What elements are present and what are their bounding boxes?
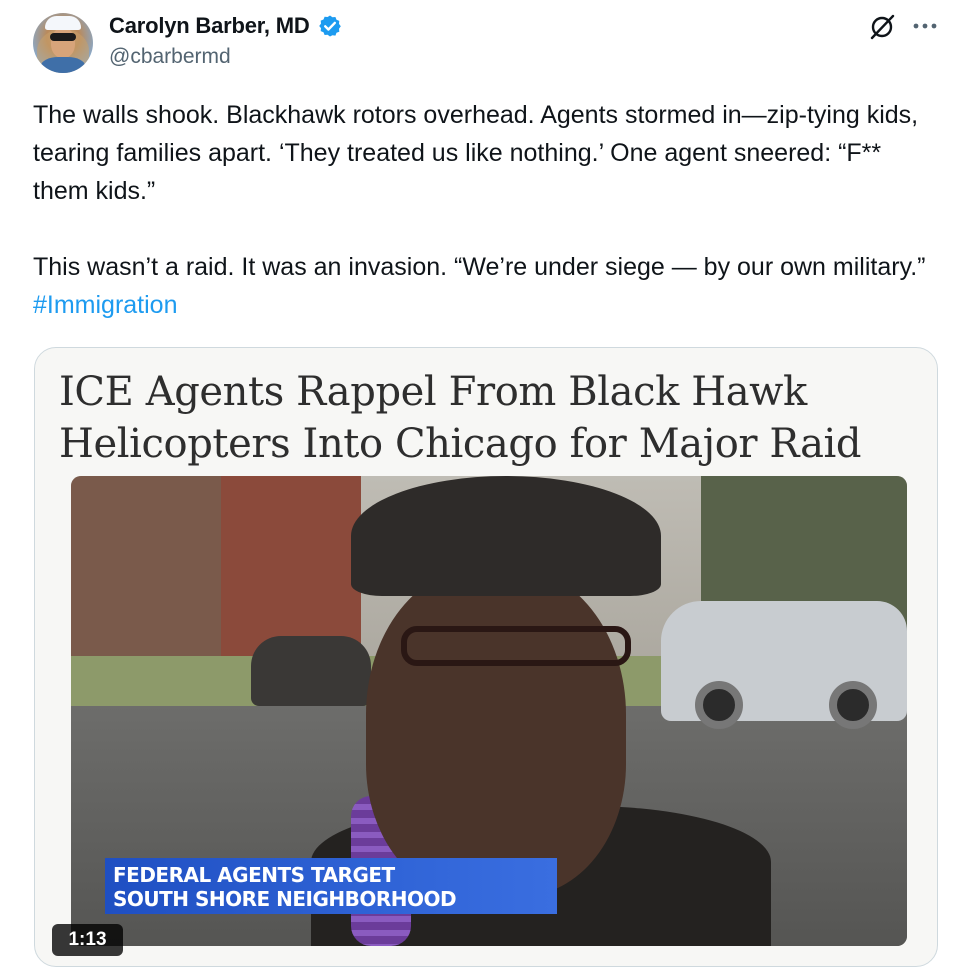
media-card[interactable]: ICE Agents Rappel From Black Hawk Helico… — [34, 347, 938, 967]
avatar[interactable] — [33, 13, 93, 73]
video-person-face — [366, 566, 626, 896]
author-handle[interactable]: @cbarbermd — [109, 45, 231, 69]
hashtag-link[interactable]: #Immigration — [33, 291, 178, 319]
video-dark-car — [251, 636, 371, 706]
verified-badge-icon — [318, 15, 341, 37]
tweet-paragraph-2-text: This wasn’t a raid. It was an invasion. … — [33, 253, 926, 281]
video-duration-badge: 1:13 — [52, 924, 123, 956]
more-options-icon[interactable] — [912, 22, 938, 30]
video-car-wheel — [829, 681, 877, 729]
video-headline-line-2: Helicopters Into Chicago for Major Raid — [59, 421, 862, 467]
video-silver-car — [661, 601, 907, 729]
tweet-paragraph-2: This wasn’t a raid. It was an invasion. … — [33, 248, 933, 324]
video-headline-line-1: ICE Agents Rappel From Black Hawk — [59, 369, 807, 415]
tweet-paragraph-1: The walls shook. Blackhawk rotors overhe… — [33, 101, 919, 205]
video-headline: ICE Agents Rappel From Black Hawk Helico… — [59, 366, 937, 470]
video-car-wheel — [695, 681, 743, 729]
avatar-shirt — [41, 57, 85, 73]
news-chyron: FEDERAL AGENTS TARGET SOUTH SHORE NEIGHB… — [105, 858, 557, 914]
video-player[interactable]: FEDERAL AGENTS TARGET SOUTH SHORE NEIGHB… — [71, 476, 907, 946]
video-person-glasses — [401, 626, 631, 666]
chyron-line-2: SOUTH SHORE NEIGHBORHOOD — [113, 887, 457, 911]
tweet-text: The walls shook. Blackhawk rotors overhe… — [33, 96, 933, 324]
author-display-name[interactable]: Carolyn Barber, MD — [109, 13, 310, 39]
tweet-card[interactable]: Carolyn Barber, MD @cbarbermd The walls … — [0, 0, 976, 970]
avatar-hat — [45, 16, 81, 30]
chyron-line-1: FEDERAL AGENTS TARGET — [113, 863, 395, 887]
video-person-cap — [351, 476, 661, 596]
avatar-glasses — [50, 33, 76, 41]
grok-icon[interactable] — [868, 13, 896, 41]
author-name-row[interactable]: Carolyn Barber, MD — [109, 11, 342, 41]
